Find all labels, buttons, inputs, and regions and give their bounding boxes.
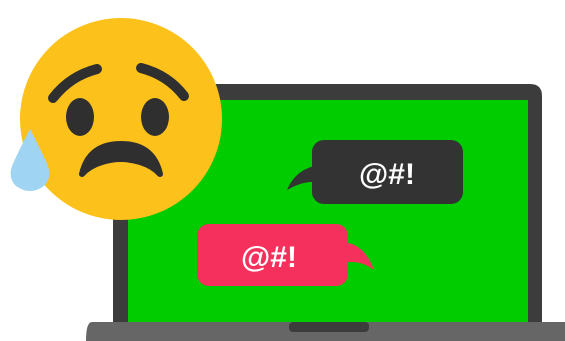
laptop-hinge-notch <box>289 322 369 332</box>
emoji-right-eye <box>141 98 169 136</box>
pink-bubble-text: @#! <box>241 241 297 274</box>
emoji-face <box>20 18 222 220</box>
dark-speech-bubble: @#! <box>287 140 463 204</box>
dark-bubble-text: @#! <box>359 158 415 191</box>
illustration: @#! @#! <box>10 18 565 341</box>
emoji-left-eye <box>66 98 94 136</box>
pink-speech-bubble: @#! <box>197 224 374 286</box>
sad-face-with-sweat-icon <box>10 18 222 220</box>
